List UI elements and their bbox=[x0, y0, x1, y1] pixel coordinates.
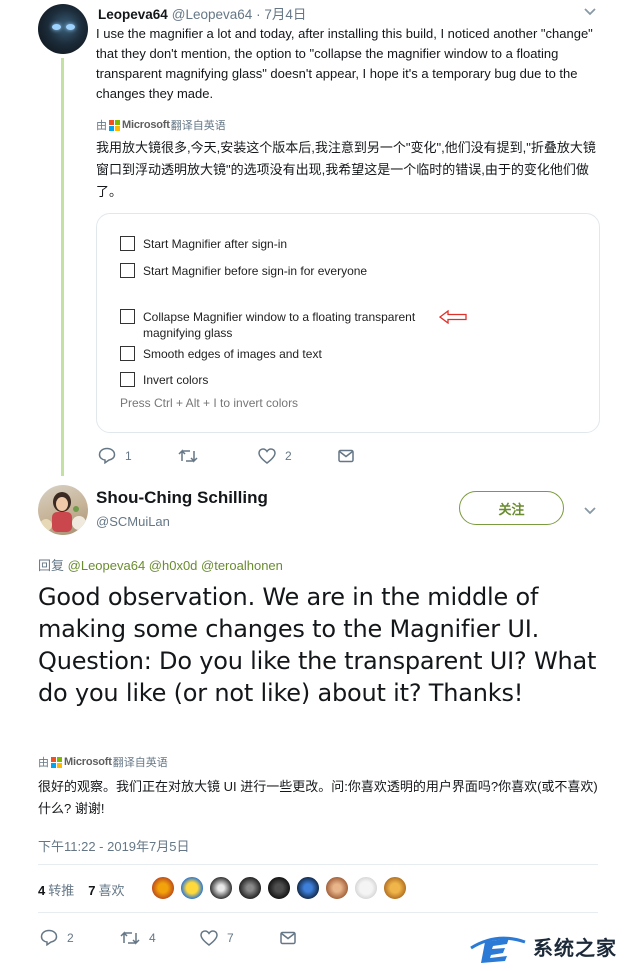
tweet1-translation: 我用放大镜很多,今天,安装这个版本后,我注意到另一个"变化",他们没有提到,"折… bbox=[96, 140, 596, 199]
divider bbox=[38, 912, 598, 913]
tweet2-actions: 2 4 7 bbox=[40, 929, 305, 946]
translate-suffix: 翻译自英语 bbox=[170, 120, 226, 132]
checkbox bbox=[120, 263, 135, 278]
tweet2-translation: 很好的观察。我们正在对放大镜 UI 进行一些更改。问:你喜欢透明的用户界面吗?你… bbox=[38, 779, 598, 816]
option-start-after-signin: Start Magnifier after sign-in bbox=[120, 236, 287, 252]
red-arrow-icon bbox=[439, 310, 467, 324]
checkbox bbox=[120, 346, 135, 361]
tweet1-like-button[interactable]: 2 bbox=[258, 447, 338, 464]
retweet-icon bbox=[178, 448, 198, 463]
tweet2-display-name[interactable]: Shou-Ching Schilling bbox=[96, 488, 268, 508]
envelope-icon bbox=[338, 449, 354, 462]
retweet-icon bbox=[120, 930, 140, 945]
tweet2-reply-count: 2 bbox=[67, 930, 74, 945]
microsoft-logo-icon bbox=[109, 119, 120, 131]
site-watermark: 系统之家 bbox=[469, 928, 617, 964]
tweet1-image-card[interactable]: Start Magnifier after sign-in Start Magn… bbox=[96, 213, 600, 433]
translate-brand: Microsoft bbox=[64, 756, 112, 768]
tweet2-dm-button[interactable] bbox=[280, 931, 305, 945]
watermark-text: 系统之家 bbox=[533, 935, 617, 960]
tweet2-like-count: 7 bbox=[227, 930, 234, 945]
retweet-stat[interactable]: 4 转推 bbox=[38, 880, 74, 899]
replying-to: 回复 @Leopeva64 @h0x0d @teroalhonen bbox=[38, 555, 283, 574]
tweet2-handle[interactable]: @SCMuiLan bbox=[96, 514, 170, 529]
thread-connector bbox=[61, 58, 64, 476]
translate-suffix: 翻译自英语 bbox=[112, 757, 168, 769]
option-invert-colors: Invert colors bbox=[120, 372, 208, 388]
tweet2-retweet-count: 4 bbox=[149, 930, 156, 945]
translate-prefix: 由 bbox=[38, 757, 49, 769]
tweet1-author[interactable]: Leopeva64 @Leopeva64 · 7月4日 bbox=[98, 3, 306, 23]
liker-avatar[interactable] bbox=[383, 876, 407, 900]
tweet1-display-name[interactable]: Leopeva64 bbox=[98, 7, 168, 22]
liker-avatar[interactable] bbox=[209, 876, 233, 900]
tweet1-translation-attribution[interactable]: 由 Microsoft 翻译自英语 bbox=[96, 117, 226, 133]
tweet1-chevron-down-icon[interactable] bbox=[583, 4, 597, 21]
microsoft-logo-icon bbox=[51, 756, 62, 768]
checkbox bbox=[120, 372, 135, 387]
follow-button[interactable]: 关注 bbox=[459, 491, 564, 525]
option-collapse-window: Collapse Magnifier window to a floating … bbox=[120, 309, 440, 341]
tweet1-retweet-button[interactable] bbox=[178, 448, 258, 464]
envelope-icon bbox=[280, 931, 296, 944]
tweet1-reply-button[interactable]: 1 bbox=[98, 447, 178, 464]
translate-brand: Microsoft bbox=[122, 119, 170, 131]
engagement-stats: 4 转推 7 喜欢 bbox=[38, 880, 125, 899]
invert-hint: Press Ctrl + Alt + I to invert colors bbox=[120, 396, 299, 410]
divider bbox=[38, 864, 598, 865]
translate-prefix: 由 bbox=[96, 120, 107, 132]
tweet1-like-count: 2 bbox=[285, 448, 292, 463]
tweet1-text: I use the magnifier a lot and today, aft… bbox=[96, 26, 593, 101]
tweet2-reply-button[interactable]: 2 bbox=[40, 929, 120, 946]
liker-avatar[interactable] bbox=[354, 876, 378, 900]
heart-icon bbox=[258, 447, 276, 464]
tweet2-chevron-down-icon[interactable] bbox=[583, 503, 597, 520]
liker-avatar[interactable] bbox=[325, 876, 349, 900]
reply-icon bbox=[40, 929, 58, 946]
checkbox bbox=[120, 236, 135, 251]
tweet1-actions: 1 2 bbox=[98, 447, 363, 464]
tweet1-reply-count: 1 bbox=[125, 448, 132, 463]
avatar-scmuilan[interactable] bbox=[38, 485, 88, 535]
tweet2-timestamp[interactable]: 下午11:22 - 2019年7月5日 bbox=[38, 836, 190, 855]
checkbox bbox=[120, 309, 135, 324]
liker-avatar[interactable] bbox=[180, 876, 204, 900]
like-stat[interactable]: 7 喜欢 bbox=[88, 880, 124, 899]
option-smooth-edges: Smooth edges of images and text bbox=[120, 346, 322, 362]
tweet2-text: Good observation. We are in the middle o… bbox=[38, 583, 597, 707]
reply-prefix: 回复 bbox=[38, 558, 65, 573]
tweet1-dm-button[interactable] bbox=[338, 449, 363, 463]
reply-mentions[interactable]: @Leopeva64 @h0x0d @teroalhonen bbox=[68, 558, 283, 573]
tweet2-translation-attribution[interactable]: 由 Microsoft 翻译自英语 bbox=[38, 754, 168, 770]
avatar-leopeva64[interactable] bbox=[38, 4, 88, 54]
liker-avatar[interactable] bbox=[296, 876, 320, 900]
option-start-before-signin: Start Magnifier before sign-in for every… bbox=[120, 263, 367, 279]
liker-avatar[interactable] bbox=[151, 876, 175, 900]
tweet1-handle[interactable]: @Leopeva64 · 7月4日 bbox=[172, 7, 307, 22]
liker-avatars bbox=[151, 876, 412, 900]
liker-avatar[interactable] bbox=[267, 876, 291, 900]
tweet2-retweet-button[interactable]: 4 bbox=[120, 930, 200, 946]
watermark-logo-icon bbox=[470, 936, 526, 963]
reply-icon bbox=[98, 447, 116, 464]
tweet2-like-button[interactable]: 7 bbox=[200, 929, 280, 946]
heart-icon bbox=[200, 929, 218, 946]
liker-avatar[interactable] bbox=[238, 876, 262, 900]
